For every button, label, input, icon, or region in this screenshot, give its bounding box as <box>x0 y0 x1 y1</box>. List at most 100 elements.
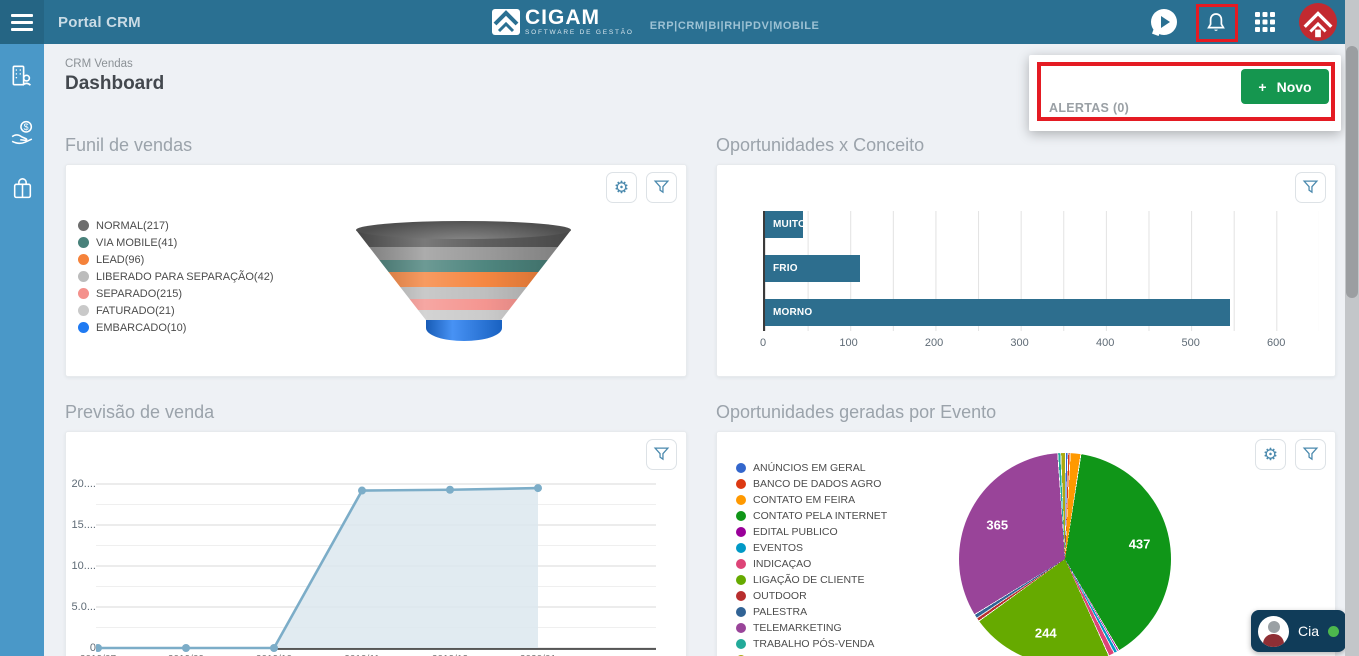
x-tick-label: 300 <box>1010 337 1029 349</box>
gear-icon[interactable]: ⚙ <box>1255 439 1286 470</box>
gear-icon[interactable]: ⚙ <box>606 172 637 203</box>
bar-row[interactable]: FRIO <box>765 255 861 282</box>
legend-label: PALESTRA <box>753 606 808 618</box>
data-point[interactable] <box>358 486 366 495</box>
scrollbar-thumb[interactable] <box>1346 46 1358 298</box>
legend-label: TELEMARKETING <box>753 622 842 634</box>
legend-dot <box>736 479 746 489</box>
bar-chart-plot[interactable]: MUITO FRIO FRIO MORNO <box>763 211 1319 331</box>
data-point[interactable] <box>182 644 190 652</box>
legend-item: EDITAL PUBLICO <box>736 524 887 540</box>
y-tick-label: 10.... <box>71 560 96 572</box>
plus-icon: + <box>1258 78 1267 95</box>
user-chip[interactable]: Cia <box>1251 610 1346 652</box>
legend-dot <box>736 543 746 553</box>
x-tick-label: 400 <box>1095 337 1115 349</box>
legend-item: LIGAÇÃO DE CLIENTE <box>736 572 887 588</box>
legend-label: EVENTOS <box>753 542 803 554</box>
app-title: Portal CRM <box>58 13 141 31</box>
alerts-popup: ALERTAS (0) + Novo <box>1029 55 1341 131</box>
sidebar-item-sales-icon[interactable]: $ <box>8 118 36 146</box>
legend-label: FATURADO(21) <box>96 304 175 317</box>
panel-oportunidades-por-evento: Oportunidades geradas por Evento ⚙ ANÚNC… <box>716 402 1336 656</box>
filter-icon[interactable] <box>1295 172 1326 203</box>
cigam-logo: CIGAM SOFTWARE DE GESTÃO ERP|CRM|BI|RH|P… <box>492 0 819 44</box>
data-point[interactable] <box>534 484 542 493</box>
legend-item <box>736 652 887 656</box>
breadcrumb: CRM Vendas <box>65 58 133 70</box>
bar-category-label: FRIO <box>773 263 798 274</box>
legend-dot <box>736 607 746 617</box>
chat-icon[interactable] <box>1151 9 1177 35</box>
legend-dot <box>78 322 89 333</box>
pie-chart[interactable]: 437 244 365 <box>959 453 1171 656</box>
legend-item: EMBARCADO(10) <box>78 319 273 336</box>
legend-label: LIBERADO PARA SEPARAÇÃO(42) <box>96 270 274 283</box>
data-point[interactable] <box>96 644 102 652</box>
legend-item: ANÚNCIOS EM GERAL <box>736 460 887 476</box>
panel-funil-de-vendas: Funil de vendas ⚙ NORMAL(217) VIA MOBILE(… <box>65 135 687 377</box>
data-point[interactable] <box>270 644 278 652</box>
y-tick-label: 0 <box>89 642 96 654</box>
bar-row[interactable]: MUITO FRIO <box>765 211 834 238</box>
legend-item: LEAD(96) <box>78 251 273 268</box>
legend-item: INDICAÇAO <box>736 556 887 572</box>
logo-tagline: SOFTWARE DE GESTÃO <box>525 29 634 37</box>
legend-label: EMBARCADO(10) <box>96 321 187 334</box>
vertical-scrollbar <box>1345 0 1359 656</box>
legend-item: LIBERADO PARA SEPARAÇÃO(42) <box>78 268 273 285</box>
new-alert-button[interactable]: + Novo <box>1241 69 1329 104</box>
legend-label: ANÚNCIOS EM GERAL <box>753 462 866 474</box>
legend-dot <box>78 271 89 282</box>
legend-item: CONTATO PELA INTERNET <box>736 508 887 524</box>
legend-dot <box>736 639 746 649</box>
funnel-chart[interactable] <box>356 221 571 341</box>
cigam-home-icon[interactable] <box>1299 3 1337 41</box>
bar-row[interactable]: MORNO <box>765 299 1230 326</box>
funnel-band <box>356 310 571 320</box>
sidebar-item-clients-icon[interactable] <box>8 62 36 90</box>
funnel-band <box>356 260 571 272</box>
apps-grid-icon[interactable] <box>1255 12 1275 32</box>
filter-icon[interactable] <box>646 172 677 203</box>
page-title: Dashboard <box>65 73 165 94</box>
left-sidebar: $ <box>0 44 44 656</box>
funnel-band <box>356 299 571 310</box>
legend-label: BANCO DE DADOS AGRO <box>753 478 882 490</box>
filter-icon[interactable] <box>1295 439 1326 470</box>
pie-slice-value-label: 365 <box>986 517 1009 532</box>
legend-dot <box>736 575 746 585</box>
legend-item: OUTDOOR <box>736 588 887 604</box>
data-point[interactable] <box>446 485 454 494</box>
y-tick-label: 5.0... <box>71 601 96 613</box>
sidebar-item-orders-icon[interactable] <box>8 174 36 202</box>
legend-dot <box>78 237 89 248</box>
funnel-card: ⚙ NORMAL(217) VIA MOBILE(41) LEAD(96) LIBER… <box>65 164 687 377</box>
panel-oportunidades-x-conceito: Oportunidades x Conceito MUITO FRIO FRIO M… <box>716 135 1336 377</box>
legend-label: NORMAL(217) <box>96 219 169 232</box>
panel-title: Previsão de venda <box>65 402 215 422</box>
filter-icon[interactable] <box>646 439 677 470</box>
y-tick-label: 20.... <box>71 478 96 490</box>
legend-item: TELEMARKETING <box>736 620 887 636</box>
notifications-bell-icon[interactable] <box>1201 5 1231 39</box>
legend-label: TRABALHO PÓS-VENDA <box>753 638 875 650</box>
bar-chart-card: MUITO FRIO FRIO MORNO 0 100 200 300 400 500 600 <box>716 164 1336 377</box>
y-tick-label: 15.... <box>71 519 96 531</box>
legend-dot <box>78 254 89 265</box>
legend-label: LIGAÇÃO DE CLIENTE <box>753 574 865 586</box>
legend-item: VIA MOBILE(41) <box>78 234 273 251</box>
bar[interactable] <box>765 299 1230 326</box>
hamburger-menu-icon[interactable] <box>0 0 44 44</box>
legend-label: SEPARADO(215) <box>96 287 182 300</box>
legend-dot <box>78 220 89 231</box>
legend-label: EDITAL PUBLICO <box>753 526 838 538</box>
x-tick-label: 600 <box>1267 337 1286 349</box>
cigam-house-icon <box>492 9 520 35</box>
legend-dot <box>736 559 746 569</box>
legend-item: TRABALHO PÓS-VENDA <box>736 636 887 652</box>
panel-title: Oportunidades geradas por Evento <box>716 402 997 422</box>
line-chart[interactable] <box>96 472 656 654</box>
bar-chart-x-axis: 0 100 200 300 400 500 600 <box>760 337 1319 351</box>
pie-slice-value-label: 244 <box>1034 625 1057 641</box>
